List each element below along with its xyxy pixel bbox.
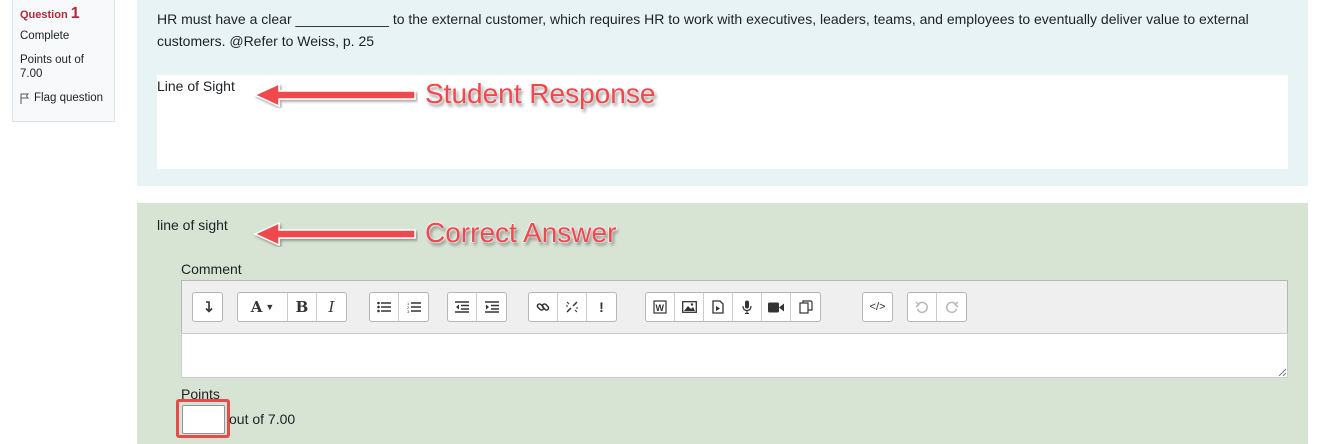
unordered-list-icon[interactable] [370,293,399,321]
emoji-icon[interactable]: ! [587,293,616,321]
indent-icon[interactable] [477,293,506,321]
correct-answer-annotation: Correct Answer [424,217,617,249]
comment-editor[interactable] [181,333,1288,378]
toolbar-group-indent [447,292,507,322]
font-color-icon[interactable]: A ▼ [238,293,288,321]
flag-icon [20,93,29,104]
image-icon[interactable] [675,293,704,321]
student-response-text: Line of Sight [157,78,235,94]
correct-answer-arrow [253,221,416,247]
bold-icon[interactable]: B [288,293,317,321]
toolbar-group-media: W [645,292,821,322]
manage-files-icon[interactable] [791,293,820,321]
undo-icon[interactable] [908,293,937,321]
svg-text:W: W [656,303,665,313]
media-icon[interactable] [704,293,733,321]
link-icon[interactable] [529,293,558,321]
italic-icon[interactable]: I [317,293,346,321]
record-video-icon[interactable] [762,293,791,321]
question-info-panel: Question 1 Complete Points out of 7.00 F… [12,0,115,122]
editor-toolbar: A ▼ B I 123 ! W </> [181,280,1288,333]
student-response-arrow [253,82,416,108]
unlink-icon[interactable] [558,293,587,321]
toolbar-group-lists: 123 [369,292,429,322]
student-response-annotation: Student Response [424,78,656,110]
question-label: Question [20,9,68,21]
points-input[interactable] [182,405,225,434]
points-out-of: out of 7.00 [229,411,296,427]
outdent-icon[interactable] [448,293,477,321]
resize-handle-icon[interactable] [1278,368,1286,376]
toolbar-group-html: </> [862,292,893,322]
comment-label: Comment [181,261,242,277]
correct-answer-text: line of sight [157,217,228,233]
toolbar-group-history [907,292,967,322]
toolbar-group-font: A ▼ B I [237,292,347,322]
question-number-value: 1 [70,5,80,22]
redo-icon[interactable] [937,293,966,321]
toolbar-group-links: ! [528,292,617,322]
flag-question-button[interactable]: Flag question [20,91,107,105]
record-audio-icon[interactable] [733,293,762,321]
toolbar-group-collapse [192,292,223,322]
ordered-list-icon[interactable]: 123 [399,293,428,321]
flag-question-label: Flag question [34,92,104,104]
svg-text:3: 3 [407,309,410,313]
word-paste-icon[interactable]: W [646,293,675,321]
question-grade: Points out of 7.00 [20,54,84,80]
question-text: HR must have a clear ____________ to the… [157,11,1249,49]
question-state: Complete [20,30,70,42]
question-number: Question 1 [20,5,107,24]
html-icon[interactable]: </> [863,293,892,321]
collapse-icon[interactable] [193,293,222,321]
